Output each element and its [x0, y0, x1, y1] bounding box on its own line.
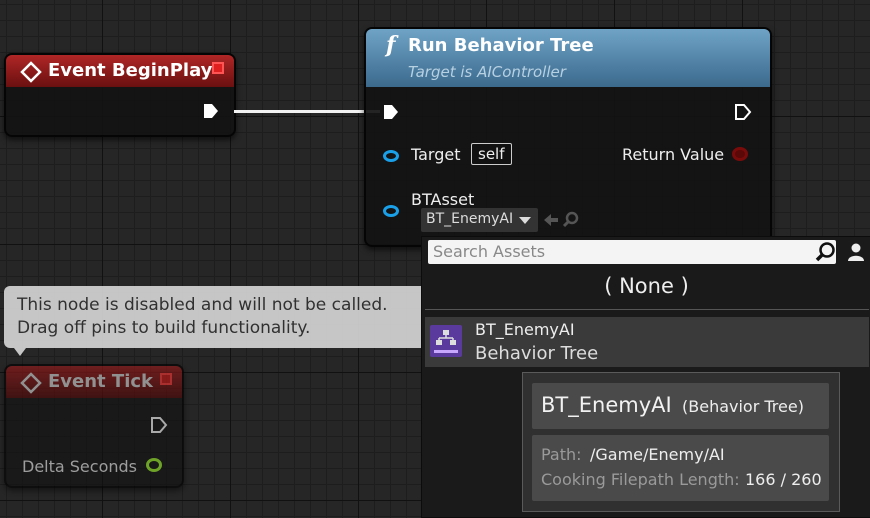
- tooltip-header: BT_EnemyAI (Behavior Tree): [532, 383, 829, 429]
- run-behavior-tree-node[interactable]: f Run Behavior Tree Target is AIControll…: [364, 27, 772, 247]
- exec-in-pin[interactable]: [382, 103, 400, 121]
- event-tick-node[interactable]: Event Tick Delta Seconds: [4, 364, 184, 488]
- behavior-tree-asset-icon: [430, 325, 462, 357]
- none-option[interactable]: ( None ): [422, 274, 870, 298]
- function-icon: f: [386, 32, 396, 58]
- tooltip-asset-name: BT_EnemyAI: [541, 393, 672, 417]
- run-behavior-tree-title: Run Behavior Tree: [408, 35, 594, 56]
- event-tick-title: Event Tick: [48, 371, 154, 392]
- asset-type: Behavior Tree: [475, 343, 599, 364]
- search-input[interactable]: Search Assets: [428, 240, 836, 264]
- tooltip-asset-type: (Behavior Tree): [682, 397, 804, 416]
- list-item-bt-enemyai[interactable]: BT_EnemyAI Behavior Tree: [425, 317, 869, 367]
- delegate-pin-icon[interactable]: [212, 62, 224, 74]
- browse-search-icon[interactable]: [562, 211, 580, 229]
- target-self-value[interactable]: self: [471, 143, 512, 165]
- delta-seconds-pin-icon[interactable]: [146, 458, 162, 472]
- bt-asset-label: BTAsset: [411, 190, 475, 209]
- search-icon: [815, 242, 835, 262]
- asset-name: BT_EnemyAI: [475, 320, 575, 339]
- exec-out-pin[interactable]: [202, 102, 220, 120]
- return-value-pin-icon[interactable]: [732, 147, 748, 161]
- comment-pointer: [14, 348, 26, 356]
- tooltip-cooking-value: 166 / 260: [745, 470, 822, 489]
- tooltip-path-value: /Game/Enemy/AI: [590, 445, 725, 464]
- event-diamond-icon: [20, 61, 42, 83]
- delegate-pin-icon[interactable]: [160, 373, 172, 385]
- use-selected-arrow-icon[interactable]: [542, 211, 560, 229]
- return-value-label: Return Value: [622, 145, 725, 164]
- disabled-node-comment: This node is disabled and will not be ca…: [4, 286, 429, 348]
- tooltip-cooking-label: Cooking Filepath Length:: [541, 470, 740, 489]
- target-pin-label: Target: [411, 145, 461, 164]
- divider: [425, 309, 869, 310]
- event-beginplay-title: Event BeginPlay: [48, 60, 213, 81]
- event-diamond-icon: [20, 372, 42, 394]
- delta-seconds-label: Delta Seconds: [22, 457, 137, 476]
- run-behavior-tree-subtitle: Target is AIController: [408, 63, 566, 81]
- search-placeholder: Search Assets: [433, 242, 546, 261]
- bt-asset-pin-icon[interactable]: [383, 205, 399, 217]
- asset-tooltip: BT_EnemyAI (Behavior Tree) Path: /Game/E…: [522, 372, 840, 512]
- target-pin-icon[interactable]: [383, 150, 399, 162]
- user-icon[interactable]: [845, 241, 867, 263]
- chevron-down-icon: [519, 217, 531, 224]
- tooltip-details: Path: /Game/Enemy/AI Cooking Filepath Le…: [532, 435, 829, 501]
- exec-wire: [234, 110, 380, 113]
- exec-out-pin[interactable]: [150, 416, 168, 434]
- bt-asset-combo[interactable]: BT_EnemyAI: [421, 208, 538, 232]
- event-beginplay-node[interactable]: Event BeginPlay: [4, 53, 236, 137]
- disabled-comment-line1: This node is disabled and will not be ca…: [17, 295, 388, 315]
- bt-asset-combo-value: BT_EnemyAI: [426, 211, 514, 227]
- disabled-comment-line2: Drag off pins to build functionality.: [17, 318, 311, 338]
- exec-then-pin[interactable]: [734, 103, 752, 121]
- tooltip-path-label: Path:: [541, 445, 582, 464]
